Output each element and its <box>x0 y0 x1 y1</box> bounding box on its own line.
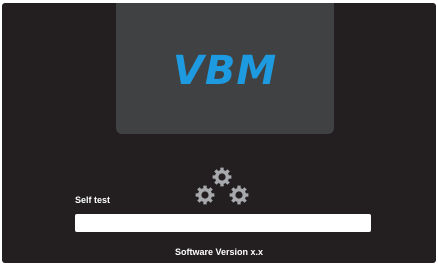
vbm-logo: VBM <box>172 48 278 94</box>
boot-screen: VBM Self test Software Version x.x <box>2 3 436 263</box>
logo-panel: VBM <box>116 3 334 134</box>
gears-icon <box>195 167 249 205</box>
software-version: Software Version x.x <box>174 247 264 257</box>
status-label: Self test <box>75 195 111 205</box>
progress-bar <box>75 214 371 232</box>
